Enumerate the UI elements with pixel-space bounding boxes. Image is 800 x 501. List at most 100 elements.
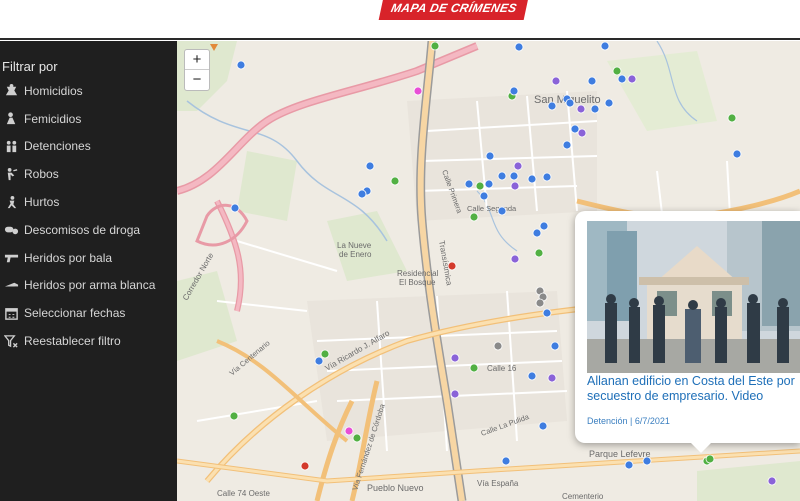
robbery-marker[interactable] bbox=[587, 76, 597, 86]
robbery-marker[interactable] bbox=[509, 86, 519, 96]
svg-text:Calle 74 Oeste: Calle 74 Oeste bbox=[217, 489, 270, 498]
robbery-marker[interactable] bbox=[485, 151, 495, 161]
robbery-marker[interactable] bbox=[501, 456, 511, 466]
arrest-marker[interactable] bbox=[469, 212, 479, 222]
arrest-marker[interactable] bbox=[229, 411, 239, 421]
filter-femicidios[interactable]: Femicidios bbox=[0, 105, 177, 133]
arrest-marker[interactable] bbox=[727, 113, 737, 123]
arrest-marker[interactable] bbox=[705, 454, 715, 464]
robbery-marker[interactable] bbox=[497, 206, 507, 216]
theft-marker[interactable] bbox=[576, 104, 586, 114]
theft-marker[interactable] bbox=[450, 353, 460, 363]
arrest-marker[interactable] bbox=[612, 66, 622, 76]
robbery-marker[interactable] bbox=[550, 341, 560, 351]
zoom-in-button[interactable]: + bbox=[185, 50, 209, 70]
filter-heridos-bala[interactable]: Heridos por bala bbox=[0, 244, 177, 272]
robbery-marker[interactable] bbox=[565, 98, 575, 108]
svg-text:El Bosque: El Bosque bbox=[399, 278, 436, 287]
femicide-marker[interactable] bbox=[413, 86, 423, 96]
homicide-marker[interactable] bbox=[300, 461, 310, 471]
drugs-marker[interactable] bbox=[493, 341, 503, 351]
robbery-icon bbox=[2, 166, 20, 182]
arrest-icon bbox=[2, 138, 20, 154]
robbery-marker[interactable] bbox=[732, 149, 742, 159]
filter-label: Robos bbox=[24, 167, 59, 182]
pills-icon bbox=[2, 222, 20, 238]
robbery-marker[interactable] bbox=[509, 171, 519, 181]
crime-map[interactable]: San Miguelito La Nueve de Enero Residenc… bbox=[177, 41, 800, 501]
filter-robos[interactable]: Robos bbox=[0, 160, 177, 188]
arrest-marker[interactable] bbox=[469, 363, 479, 373]
robbery-marker[interactable] bbox=[562, 140, 572, 150]
robbery-marker[interactable] bbox=[357, 189, 367, 199]
robbery-marker[interactable] bbox=[547, 101, 557, 111]
arrest-marker[interactable] bbox=[430, 41, 440, 51]
filter-heridos-arma-blanca[interactable]: Heridos por arma blanca bbox=[0, 272, 177, 300]
arrest-marker[interactable] bbox=[534, 248, 544, 258]
theft-marker[interactable] bbox=[627, 74, 637, 84]
robbery-marker[interactable] bbox=[617, 74, 627, 84]
svg-text:Pueblo Nuevo: Pueblo Nuevo bbox=[367, 483, 424, 493]
svg-text:Parque Lefevre: Parque Lefevre bbox=[589, 449, 651, 459]
filter-label: Detenciones bbox=[24, 139, 91, 154]
robbery-marker[interactable] bbox=[314, 356, 324, 366]
svg-text:Calle Segunda: Calle Segunda bbox=[467, 204, 517, 213]
news-headline-link[interactable]: Allanan edificio en Costa del Este por s… bbox=[587, 374, 800, 404]
robbery-marker[interactable] bbox=[527, 174, 537, 184]
robbery-marker[interactable] bbox=[624, 460, 634, 470]
robbery-marker[interactable] bbox=[527, 371, 537, 381]
robbery-marker[interactable] bbox=[539, 221, 549, 231]
theft-marker[interactable] bbox=[767, 476, 777, 486]
drugs-marker[interactable] bbox=[535, 298, 545, 308]
filter-label: Heridos por arma blanca bbox=[24, 278, 156, 293]
robbery-marker[interactable] bbox=[514, 42, 524, 52]
arrest-marker[interactable] bbox=[390, 176, 400, 186]
robbery-marker[interactable] bbox=[497, 171, 507, 181]
robbery-marker[interactable] bbox=[542, 308, 552, 318]
theft-marker[interactable] bbox=[547, 373, 557, 383]
robbery-marker[interactable] bbox=[532, 228, 542, 238]
filter-label: Heridos por bala bbox=[24, 250, 113, 265]
arrest-marker[interactable] bbox=[320, 349, 330, 359]
robbery-marker[interactable] bbox=[484, 179, 494, 189]
arrest-marker[interactable] bbox=[475, 181, 485, 191]
robbery-marker[interactable] bbox=[365, 161, 375, 171]
filter-descomisos[interactable]: Descomisos de droga bbox=[0, 216, 177, 244]
zoom-out-button[interactable]: − bbox=[185, 70, 209, 90]
calendar-icon bbox=[2, 305, 20, 321]
theft-icon bbox=[2, 194, 20, 210]
reset-filter[interactable]: Reestablecer filtro bbox=[0, 327, 177, 355]
theft-marker[interactable] bbox=[450, 389, 460, 399]
robbery-marker[interactable] bbox=[604, 98, 614, 108]
robbery-marker[interactable] bbox=[542, 172, 552, 182]
theft-marker[interactable] bbox=[510, 181, 520, 191]
robbery-marker[interactable] bbox=[600, 41, 610, 51]
filter-menu: Homicidios Femicidios Detenciones Robos … bbox=[0, 77, 177, 355]
filter-homicidios[interactable]: Homicidios bbox=[0, 77, 177, 105]
filter-detenciones[interactable]: Detenciones bbox=[0, 133, 177, 161]
knife-icon bbox=[2, 277, 20, 293]
filter-hurtos[interactable]: Hurtos bbox=[0, 188, 177, 216]
robbery-marker[interactable] bbox=[236, 60, 246, 70]
robbery-marker[interactable] bbox=[479, 191, 489, 201]
theft-marker[interactable] bbox=[510, 254, 520, 264]
filter-label: Descomisos de droga bbox=[24, 222, 141, 237]
site-logo[interactable]: MAPA DE CRÍMENES bbox=[378, 0, 529, 20]
filter-label: Femicidios bbox=[24, 111, 82, 126]
robbery-marker[interactable] bbox=[230, 203, 240, 213]
select-dates[interactable]: Seleccionar fechas bbox=[0, 299, 177, 327]
homicide-marker[interactable] bbox=[447, 261, 457, 271]
gun-icon bbox=[2, 250, 20, 266]
femicide-marker[interactable] bbox=[344, 426, 354, 436]
robbery-marker[interactable] bbox=[538, 421, 548, 431]
robbery-marker[interactable] bbox=[642, 456, 652, 466]
svg-text:Cementerio: Cementerio bbox=[562, 492, 604, 501]
arrest-marker[interactable] bbox=[352, 433, 362, 443]
robbery-marker[interactable] bbox=[590, 104, 600, 114]
theft-marker[interactable] bbox=[551, 76, 561, 86]
filter-label: Homicidios bbox=[24, 83, 83, 98]
news-photo[interactable] bbox=[587, 221, 800, 373]
robbery-marker[interactable] bbox=[464, 179, 474, 189]
theft-marker[interactable] bbox=[513, 161, 523, 171]
theft-marker[interactable] bbox=[577, 128, 587, 138]
